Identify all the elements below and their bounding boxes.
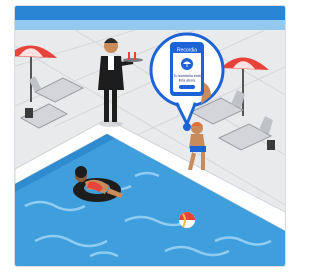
illustration-card: Recordia Tu sombrilla está lista ahora — [14, 5, 286, 267]
phone-app-title: Recordia — [177, 48, 197, 54]
phone-caption-line1: Tu sombrilla está — [173, 74, 200, 78]
beach-ball — [178, 211, 196, 229]
pool-scene-illustration: Recordia Tu sombrilla está lista ahora — [15, 6, 285, 266]
top-pool-band — [15, 6, 285, 20]
phone-caption-line2: lista ahora — [179, 79, 196, 83]
